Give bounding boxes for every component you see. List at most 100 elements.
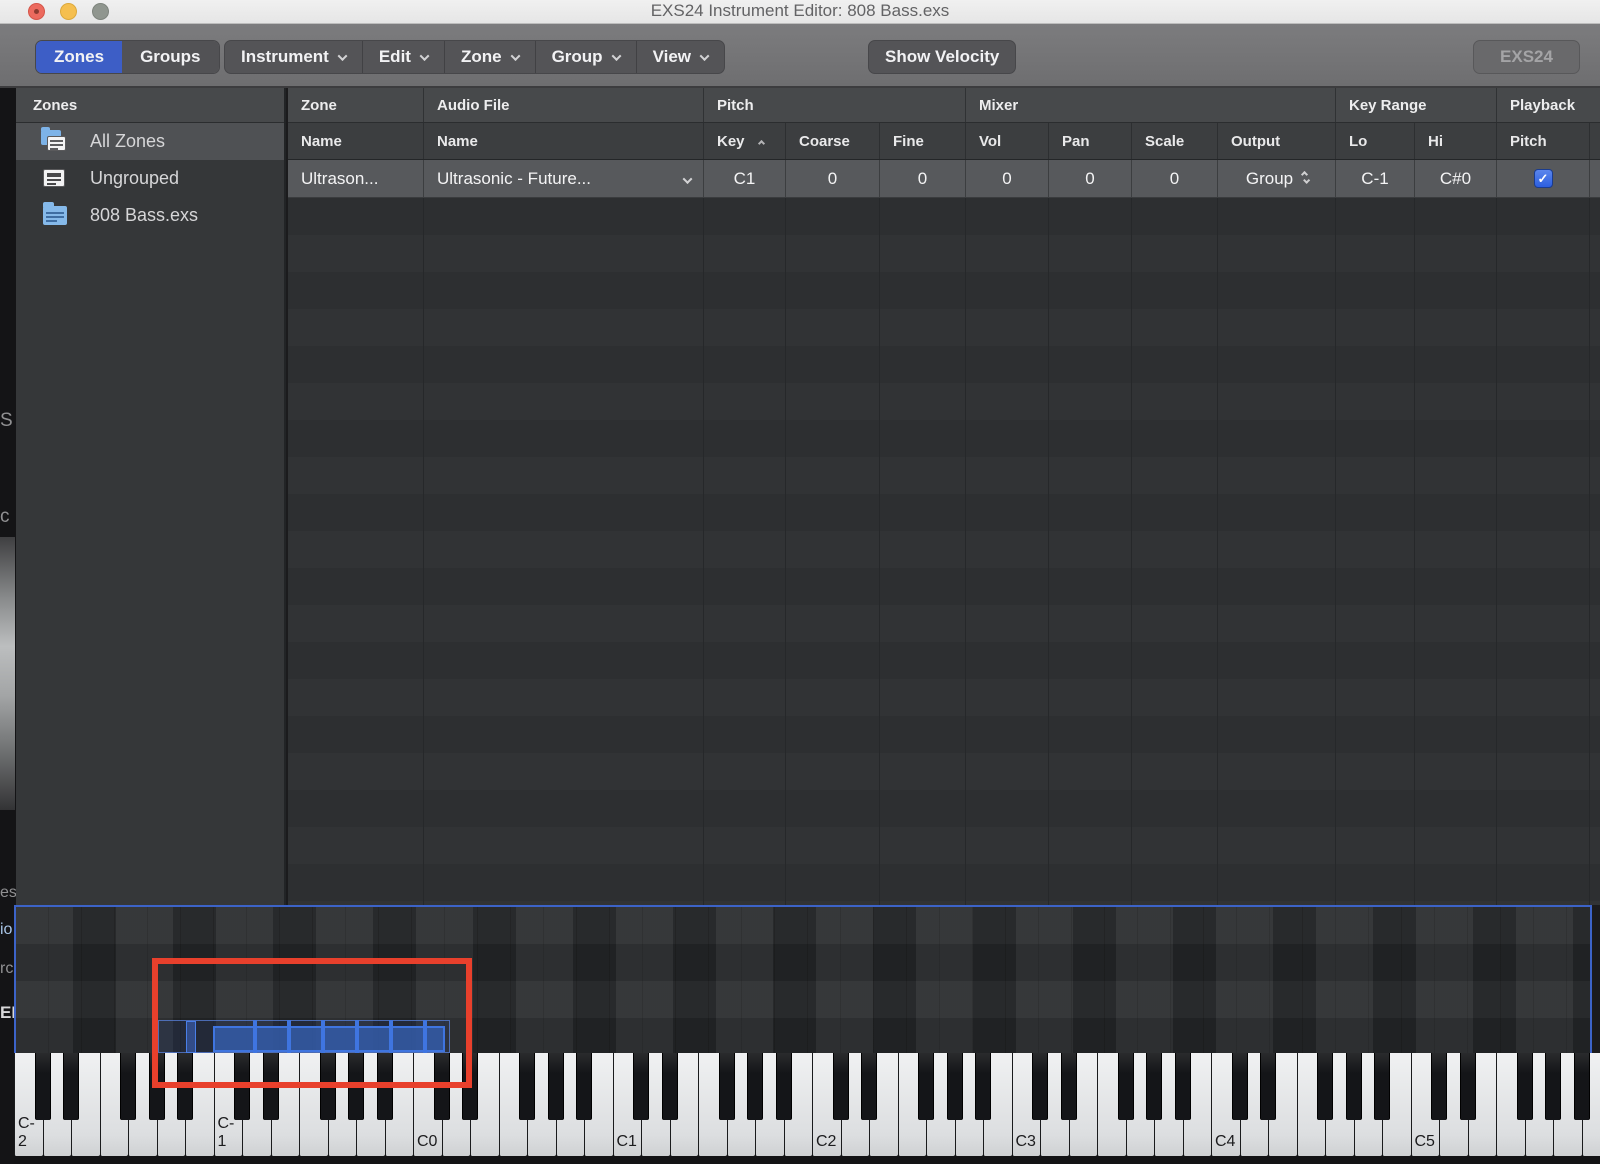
pan-cell[interactable]: 0 bbox=[1049, 160, 1132, 197]
black-key[interactable] bbox=[1460, 1053, 1476, 1120]
black-key[interactable] bbox=[1431, 1053, 1447, 1120]
black-key[interactable] bbox=[1118, 1053, 1134, 1120]
fine-cell[interactable]: 0 bbox=[880, 160, 966, 197]
zone-menu[interactable]: Zone bbox=[445, 41, 536, 73]
black-key[interactable] bbox=[1574, 1053, 1590, 1120]
zones-tab[interactable]: Zones bbox=[36, 41, 122, 73]
black-key[interactable] bbox=[776, 1053, 792, 1120]
sidebar-item-ungrouped[interactable]: Ungrouped bbox=[16, 160, 284, 197]
column-header-label: Name bbox=[437, 133, 478, 150]
keyboard-bottom-edge bbox=[14, 1156, 1600, 1164]
key-range-hi-cell[interactable]: C#0 bbox=[1415, 160, 1497, 197]
zone-table-row[interactable]: Ultrason...Ultrasonic - Future...C100000… bbox=[288, 160, 1600, 198]
pitch-checkbox[interactable]: ✓ bbox=[1534, 169, 1553, 188]
black-key[interactable] bbox=[1260, 1053, 1276, 1120]
black-key[interactable] bbox=[719, 1053, 735, 1120]
black-key[interactable] bbox=[1032, 1053, 1048, 1120]
sidebar-item-808-bass[interactable]: 808 Bass.exs bbox=[16, 197, 284, 234]
black-key[interactable] bbox=[576, 1053, 592, 1120]
key-cell[interactable]: C1 bbox=[704, 160, 786, 197]
exs24-plugin-button[interactable]: EXS24 bbox=[1473, 40, 1580, 74]
column-header-hi[interactable]: Hi bbox=[1415, 123, 1497, 159]
black-key[interactable] bbox=[947, 1053, 963, 1120]
vol-cell[interactable]: 0 bbox=[966, 160, 1049, 197]
background-text-fragment: rc bbox=[0, 960, 13, 978]
black-key[interactable] bbox=[633, 1053, 649, 1120]
key-range-lo-cell[interactable]: C-1 bbox=[1336, 160, 1415, 197]
view-menu[interactable]: View bbox=[637, 41, 724, 73]
chevron-down-icon bbox=[611, 51, 621, 61]
black-key[interactable] bbox=[519, 1053, 535, 1120]
instrument-menu-label: Instrument bbox=[241, 47, 329, 67]
coarse-cell[interactable]: 0 bbox=[786, 160, 880, 197]
black-key[interactable] bbox=[662, 1053, 678, 1120]
column-header-coarse[interactable]: Coarse bbox=[786, 123, 880, 159]
black-key[interactable] bbox=[918, 1053, 934, 1120]
table-group-header-row: ZoneAudio FilePitchMixerKey RangePlaybac… bbox=[288, 88, 1600, 123]
sidebar-item-all-zones[interactable]: All Zones bbox=[16, 123, 284, 160]
output-cell[interactable]: Group bbox=[1218, 160, 1336, 197]
column-header-pitch[interactable]: Pitch bbox=[1497, 123, 1590, 159]
groups-tab[interactable]: Groups bbox=[122, 41, 218, 73]
column-header-key[interactable]: Key bbox=[704, 123, 786, 159]
column-header-name[interactable]: Name bbox=[424, 123, 704, 159]
table-body-column bbox=[424, 198, 704, 905]
table-body-column bbox=[1590, 198, 1600, 905]
edit-menu[interactable]: Edit bbox=[363, 41, 445, 73]
column-header-label: Name bbox=[301, 133, 342, 150]
title-bar[interactable]: EXS24 Instrument Editor: 808 Bass.exs bbox=[0, 0, 1600, 24]
black-key[interactable] bbox=[1346, 1053, 1362, 1120]
group-header-pitch: Pitch bbox=[704, 88, 966, 122]
black-key[interactable] bbox=[1061, 1053, 1077, 1120]
toolbar: Zones Groups Instrument Edit Zone Group … bbox=[0, 24, 1600, 88]
black-key[interactable] bbox=[1517, 1053, 1533, 1120]
column-header-scale[interactable]: Scale bbox=[1132, 123, 1218, 159]
table-body-column bbox=[1415, 198, 1497, 905]
black-key[interactable] bbox=[1232, 1053, 1248, 1120]
black-key[interactable] bbox=[1146, 1053, 1162, 1120]
black-key[interactable] bbox=[861, 1053, 877, 1120]
red-annotation-rectangle bbox=[152, 958, 472, 1088]
zones-groups-segmented-control: Zones Groups bbox=[35, 40, 220, 74]
column-header-label: Hi bbox=[1428, 133, 1443, 150]
column-header-output[interactable]: Output bbox=[1218, 123, 1336, 159]
dropdown-chevron-icon[interactable] bbox=[684, 169, 691, 189]
sidebar-header: Zones bbox=[16, 88, 284, 123]
instrument-folder-icon bbox=[41, 204, 69, 228]
audio-file-cell[interactable]: Ultrasonic - Future... bbox=[424, 160, 704, 197]
menu-bar: Instrument Edit Zone Group View bbox=[224, 40, 725, 74]
black-key[interactable] bbox=[35, 1053, 51, 1120]
column-header-1[interactable]: 1 bbox=[1590, 123, 1600, 159]
black-key[interactable] bbox=[63, 1053, 79, 1120]
black-key[interactable] bbox=[1175, 1053, 1191, 1120]
black-key[interactable] bbox=[548, 1053, 564, 1120]
background-text-fragment: c bbox=[0, 506, 10, 528]
octave-label: C2 bbox=[816, 1133, 836, 1151]
black-key[interactable] bbox=[1317, 1053, 1333, 1120]
chevron-down-icon bbox=[700, 51, 710, 61]
column-header-lo[interactable]: Lo bbox=[1336, 123, 1415, 159]
clipped-cell[interactable] bbox=[1590, 160, 1600, 197]
column-header-pan[interactable]: Pan bbox=[1049, 123, 1132, 159]
zone-name-cell[interactable]: Ultrason... bbox=[288, 160, 424, 197]
black-key[interactable] bbox=[833, 1053, 849, 1120]
scale-cell[interactable]: 0 bbox=[1132, 160, 1218, 197]
pitch-checkbox-cell[interactable]: ✓ bbox=[1497, 160, 1590, 197]
table-body-column bbox=[786, 198, 880, 905]
black-key[interactable] bbox=[120, 1053, 136, 1120]
column-header-name[interactable]: Name bbox=[288, 123, 424, 159]
group-header-audio-file: Audio File bbox=[424, 88, 704, 122]
output-stepper-icon[interactable] bbox=[1302, 172, 1307, 185]
black-key[interactable] bbox=[1374, 1053, 1390, 1120]
group-header-key-range: Key Range bbox=[1336, 88, 1497, 122]
group-menu[interactable]: Group bbox=[536, 41, 637, 73]
key-range-lo-cell-value: C-1 bbox=[1361, 169, 1388, 189]
column-header-fine[interactable]: Fine bbox=[880, 123, 966, 159]
black-key[interactable] bbox=[747, 1053, 763, 1120]
all-zones-folder-icon bbox=[41, 130, 69, 154]
show-velocity-button[interactable]: Show Velocity bbox=[868, 40, 1016, 74]
black-key[interactable] bbox=[1545, 1053, 1561, 1120]
column-header-vol[interactable]: Vol bbox=[966, 123, 1049, 159]
black-key[interactable] bbox=[975, 1053, 991, 1120]
instrument-menu[interactable]: Instrument bbox=[225, 41, 363, 73]
